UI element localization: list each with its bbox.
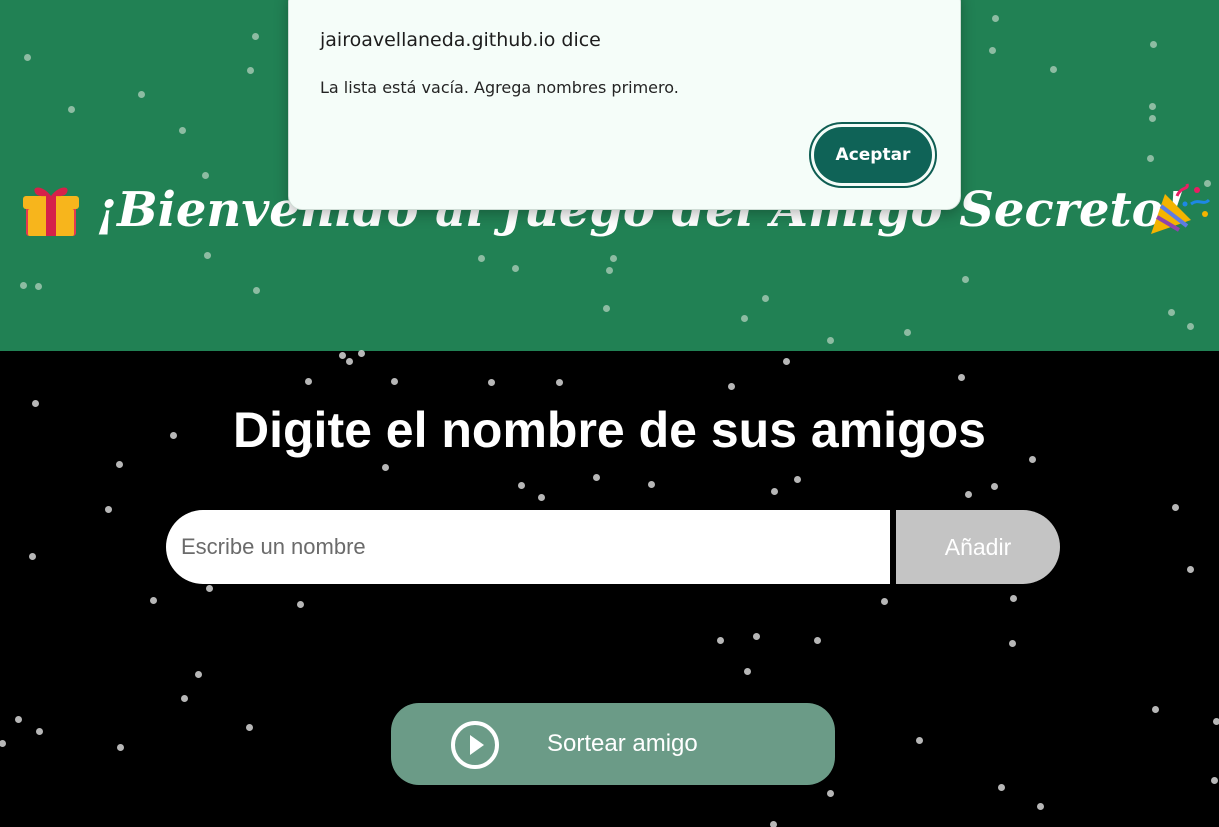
dialog-ok-button[interactable]: Aceptar	[809, 122, 937, 188]
dialog-message: La lista está vacía. Agrega nombres prim…	[320, 78, 679, 97]
dialog-title: jairoavellaneda.github.io dice	[320, 29, 601, 51]
dialog-ok-label: Aceptar	[814, 127, 932, 183]
play-circle-icon	[451, 721, 499, 769]
draw-friend-button[interactable]: Sortear amigo	[391, 703, 835, 785]
name-input[interactable]	[166, 510, 890, 584]
app-page: ¡Bienvenido al Juego del Amigo Secreto! …	[0, 0, 1219, 827]
draw-button-label: Sortear amigo	[547, 730, 698, 757]
party-popper-icon	[1151, 183, 1211, 234]
gift-icon	[23, 187, 79, 236]
section-heading: Digite el nombre de sus amigos	[233, 402, 986, 458]
add-friend-form: Añadir	[166, 510, 1060, 584]
alert-dialog: jairoavellaneda.github.io dice La lista …	[288, 0, 961, 210]
add-button[interactable]: Añadir	[896, 510, 1060, 584]
